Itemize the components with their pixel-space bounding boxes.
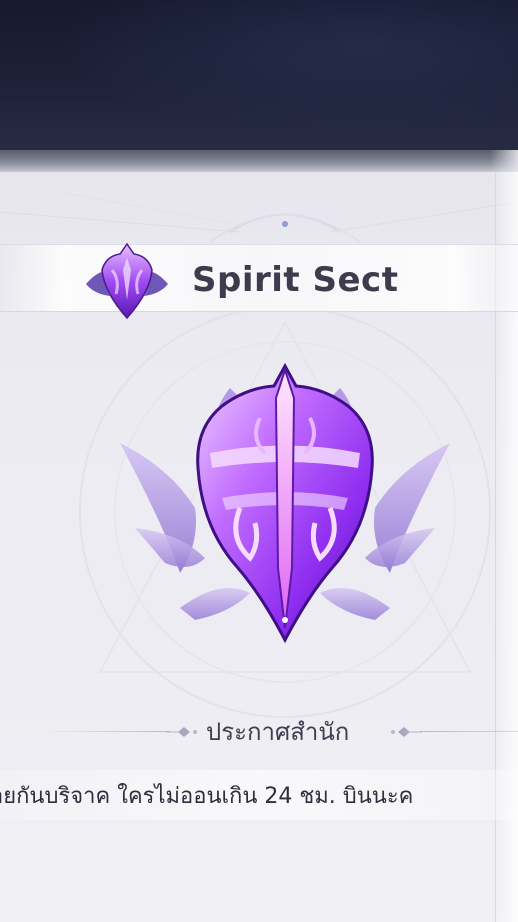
diamond-ornament-icon: [166, 727, 197, 737]
sect-name: Spirit Sect: [192, 260, 399, 300]
top-band-glow: [0, 0, 518, 150]
screen: Spirit Sect ประกาศสำนัก อยกันบริจาค ใครไ…: [0, 0, 518, 922]
announcement-header: ประกาศสำนัก: [0, 706, 518, 756]
panel-top-bezel: [0, 150, 518, 172]
purple-sect-emblem-large: [120, 362, 450, 644]
announcement-divider-right: [420, 731, 518, 732]
purple-sect-crest-icon: [86, 242, 168, 320]
announcement-text: อยกันบริจาค ใครไม่ออนเกิน 24 ชม. บินนะค: [0, 784, 414, 809]
top-dark-band: [0, 0, 518, 150]
announcement-title: ประกาศสำนัก: [206, 718, 350, 746]
diamond-ornament-icon: [391, 727, 422, 737]
announcement-divider-left: [40, 731, 170, 732]
